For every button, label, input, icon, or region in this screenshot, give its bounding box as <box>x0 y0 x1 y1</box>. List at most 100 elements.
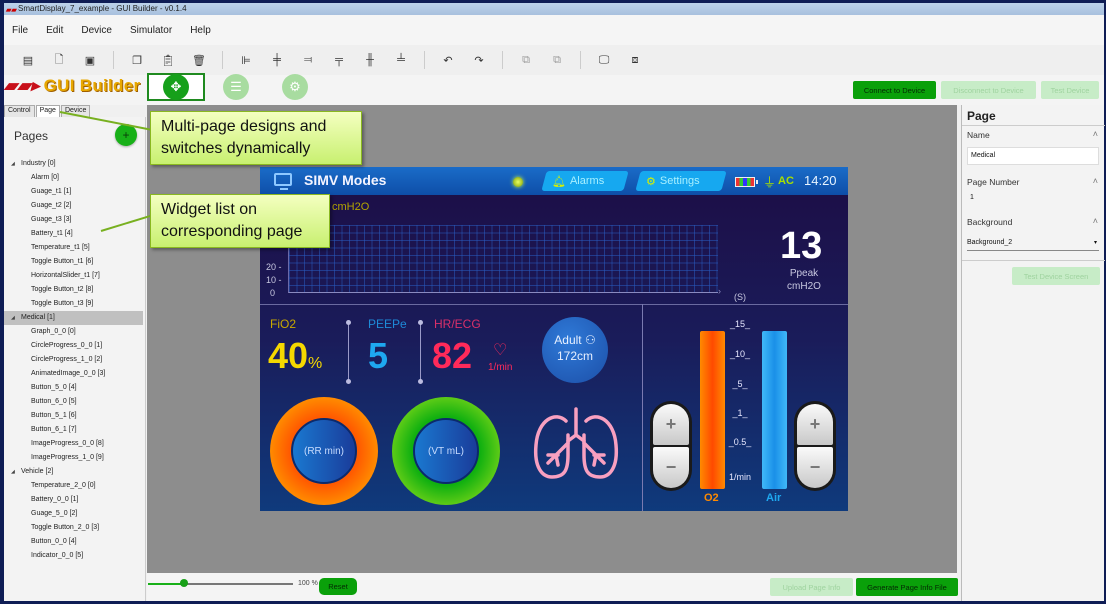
air-increase-button[interactable]: + <box>797 404 833 445</box>
divider <box>962 260 1105 261</box>
page-group[interactable]: ◢ Vehicle [2] <box>4 465 146 479</box>
menu-simulator[interactable]: Simulator <box>130 25 172 36</box>
tab-page[interactable]: Page <box>35 105 60 117</box>
widget-list-item[interactable]: Alarm [0] <box>4 171 146 185</box>
menu-edit[interactable]: Edit <box>46 25 63 36</box>
align-middle-icon[interactable]: ╫ <box>362 52 378 68</box>
align-bottom-icon[interactable]: ╧ <box>393 52 409 68</box>
gear-icon: ⚙ <box>282 74 308 100</box>
divider <box>418 320 423 384</box>
delete-icon[interactable]: 🗑︎ <box>191 52 207 68</box>
widget-list-item[interactable]: CircleProgress_1_0 [2] <box>4 353 146 367</box>
air-decrease-button[interactable]: − <box>797 447 833 488</box>
widget-list-item[interactable]: HorizontalSlider_t1 [7] <box>4 269 146 283</box>
generate-page-info-button[interactable]: Generate Page Info File <box>856 578 958 596</box>
power-source: AC <box>778 175 794 187</box>
upload-page-info-button[interactable]: Upload Page Info <box>770 578 853 596</box>
widget-list-item[interactable]: Button_6_0 [5] <box>4 395 146 409</box>
widget-list-item[interactable]: Battery_0_0 [1] <box>4 493 146 507</box>
widget-list-item[interactable]: Temperature_t1 [5] <box>4 241 146 255</box>
widget-list-item[interactable]: AnimatedImage_0_0 [3] <box>4 367 146 381</box>
widget-list-item[interactable]: Toggle Button_t3 [9] <box>4 297 146 311</box>
expand-triangle-icon[interactable]: ◢ <box>11 157 21 171</box>
y-tick: 0 <box>270 288 276 298</box>
toolbar-divider <box>424 51 425 69</box>
widget-list-item[interactable]: Battery_t1 [4] <box>4 227 146 241</box>
test-device-screen-button[interactable]: Test Device Screen <box>1012 267 1100 285</box>
divider <box>962 125 1105 126</box>
list-mode-button[interactable]: ☰ <box>207 73 265 101</box>
settings-label: Settings <box>659 175 700 187</box>
patient-height: 172cm <box>556 349 594 363</box>
patient-badge[interactable]: Adult ⚇ 172cm <box>542 317 608 383</box>
o2-increase-button[interactable]: + <box>653 404 689 445</box>
page-group[interactable]: ◢ Industry [0] <box>4 157 146 171</box>
divider <box>260 304 848 305</box>
menu-device[interactable]: Device <box>81 25 112 36</box>
device-screen-icon[interactable]: ⧈ <box>627 52 643 68</box>
design-mode-button[interactable]: ✥ <box>147 73 205 101</box>
copy-icon[interactable]: ❐ <box>129 52 145 68</box>
settings-mode-button[interactable]: ⚙ <box>266 73 324 101</box>
widget-list-item[interactable]: ImageProgress_0_0 [8] <box>4 437 146 451</box>
align-center-icon[interactable]: ╪ <box>269 52 285 68</box>
expand-triangle-icon[interactable]: ◢ <box>11 311 21 325</box>
collapse-icon[interactable]: ˄ <box>1093 176 1098 186</box>
widget-list-item[interactable]: Indicator_0_0 [5] <box>4 549 146 563</box>
send-back-icon[interactable]: ⧉ <box>549 52 565 68</box>
page-group-label: Vehicle [2] <box>21 468 54 475</box>
widget-list-item[interactable]: Guage_5_0 [2] <box>4 507 146 521</box>
new-layout-icon[interactable]: ▤ <box>20 52 36 68</box>
menu-file[interactable]: File <box>12 25 28 36</box>
device-screen-preview[interactable]: SIMV Modes 🔔︎ Alarms ⚙ Settings ⏚ AC 14:20… <box>260 167 848 511</box>
reset-button[interactable]: Reset <box>319 578 357 595</box>
tab-control[interactable]: Control <box>4 105 35 117</box>
bring-front-icon[interactable]: ⧉ <box>518 52 534 68</box>
align-right-icon[interactable]: ⫤ <box>300 52 316 68</box>
settings-tab[interactable]: ⚙ Settings <box>635 171 727 191</box>
pressure-graph <box>288 225 718 293</box>
widget-list-item[interactable]: Toggle Button_t2 [8] <box>4 283 146 297</box>
widget-list-item[interactable]: Guage_t2 [2] <box>4 199 146 213</box>
page-group[interactable]: ◢ Medical [1] <box>4 311 143 325</box>
background-select[interactable]: Background_2 ▾ <box>967 235 1099 251</box>
collapse-icon[interactable]: ˄ <box>1093 216 1098 226</box>
toolbar-divider <box>222 51 223 69</box>
widget-list-item[interactable]: ImageProgress_1_0 [9] <box>4 451 146 465</box>
widget-list-item[interactable]: Button_0_0 [4] <box>4 535 146 549</box>
widget-list-item[interactable]: Button_6_1 [7] <box>4 423 146 437</box>
widget-list-item[interactable]: Guage_t3 [3] <box>4 213 146 227</box>
align-left-icon[interactable]: ⊫ <box>238 52 254 68</box>
test-device-button[interactable]: Test Device <box>1041 81 1099 99</box>
widget-list-item[interactable]: Guage_t1 [1] <box>4 185 146 199</box>
page-name-input[interactable]: Medical <box>967 147 1099 165</box>
widget-list-item[interactable]: Button_5_0 [4] <box>4 381 146 395</box>
redo-icon[interactable]: ↷ <box>471 52 487 68</box>
widget-list-item[interactable]: Button_5_1 [6] <box>4 409 146 423</box>
widget-list-item[interactable]: CircleProgress_0_0 [1] <box>4 339 146 353</box>
widget-list-item[interactable]: Temperature_2_0 [0] <box>4 479 146 493</box>
preview-screen-icon[interactable]: 🖵 <box>596 52 612 68</box>
y-tick: 10 - <box>266 275 282 285</box>
y-tick: 20 - <box>266 262 282 272</box>
save-icon[interactable]: ▣ <box>82 52 98 68</box>
expand-triangle-icon[interactable]: ◢ <box>11 465 21 479</box>
disconnect-device-button[interactable]: Disconnect to Device <box>941 81 1036 99</box>
widget-list-item[interactable]: Toggle Button_t1 [6] <box>4 255 146 269</box>
new-file-icon[interactable]: 🗋 <box>51 52 67 68</box>
alarms-label: Alarms <box>569 175 605 187</box>
rr-circle-progress: (RR min) <box>270 397 378 505</box>
o2-decrease-button[interactable]: − <box>653 447 689 488</box>
fio2-value: 40% <box>268 335 323 376</box>
air-stepper: + − <box>794 401 836 491</box>
fio2-label: FiO2 <box>270 317 297 331</box>
menu-help[interactable]: Help <box>190 25 211 36</box>
connect-device-button[interactable]: Connect to Device <box>853 81 936 99</box>
align-top-icon[interactable]: ╤ <box>331 52 347 68</box>
paste-icon[interactable]: 📋︎ <box>160 52 176 68</box>
alarms-tab[interactable]: 🔔︎ Alarms <box>541 171 629 191</box>
widget-list-item[interactable]: Graph_0_0 [0] <box>4 325 146 339</box>
undo-icon[interactable]: ↶ <box>440 52 456 68</box>
widget-list-item[interactable]: Toggle Button_2_0 [3] <box>4 521 146 535</box>
collapse-icon[interactable]: ˄ <box>1093 129 1098 139</box>
